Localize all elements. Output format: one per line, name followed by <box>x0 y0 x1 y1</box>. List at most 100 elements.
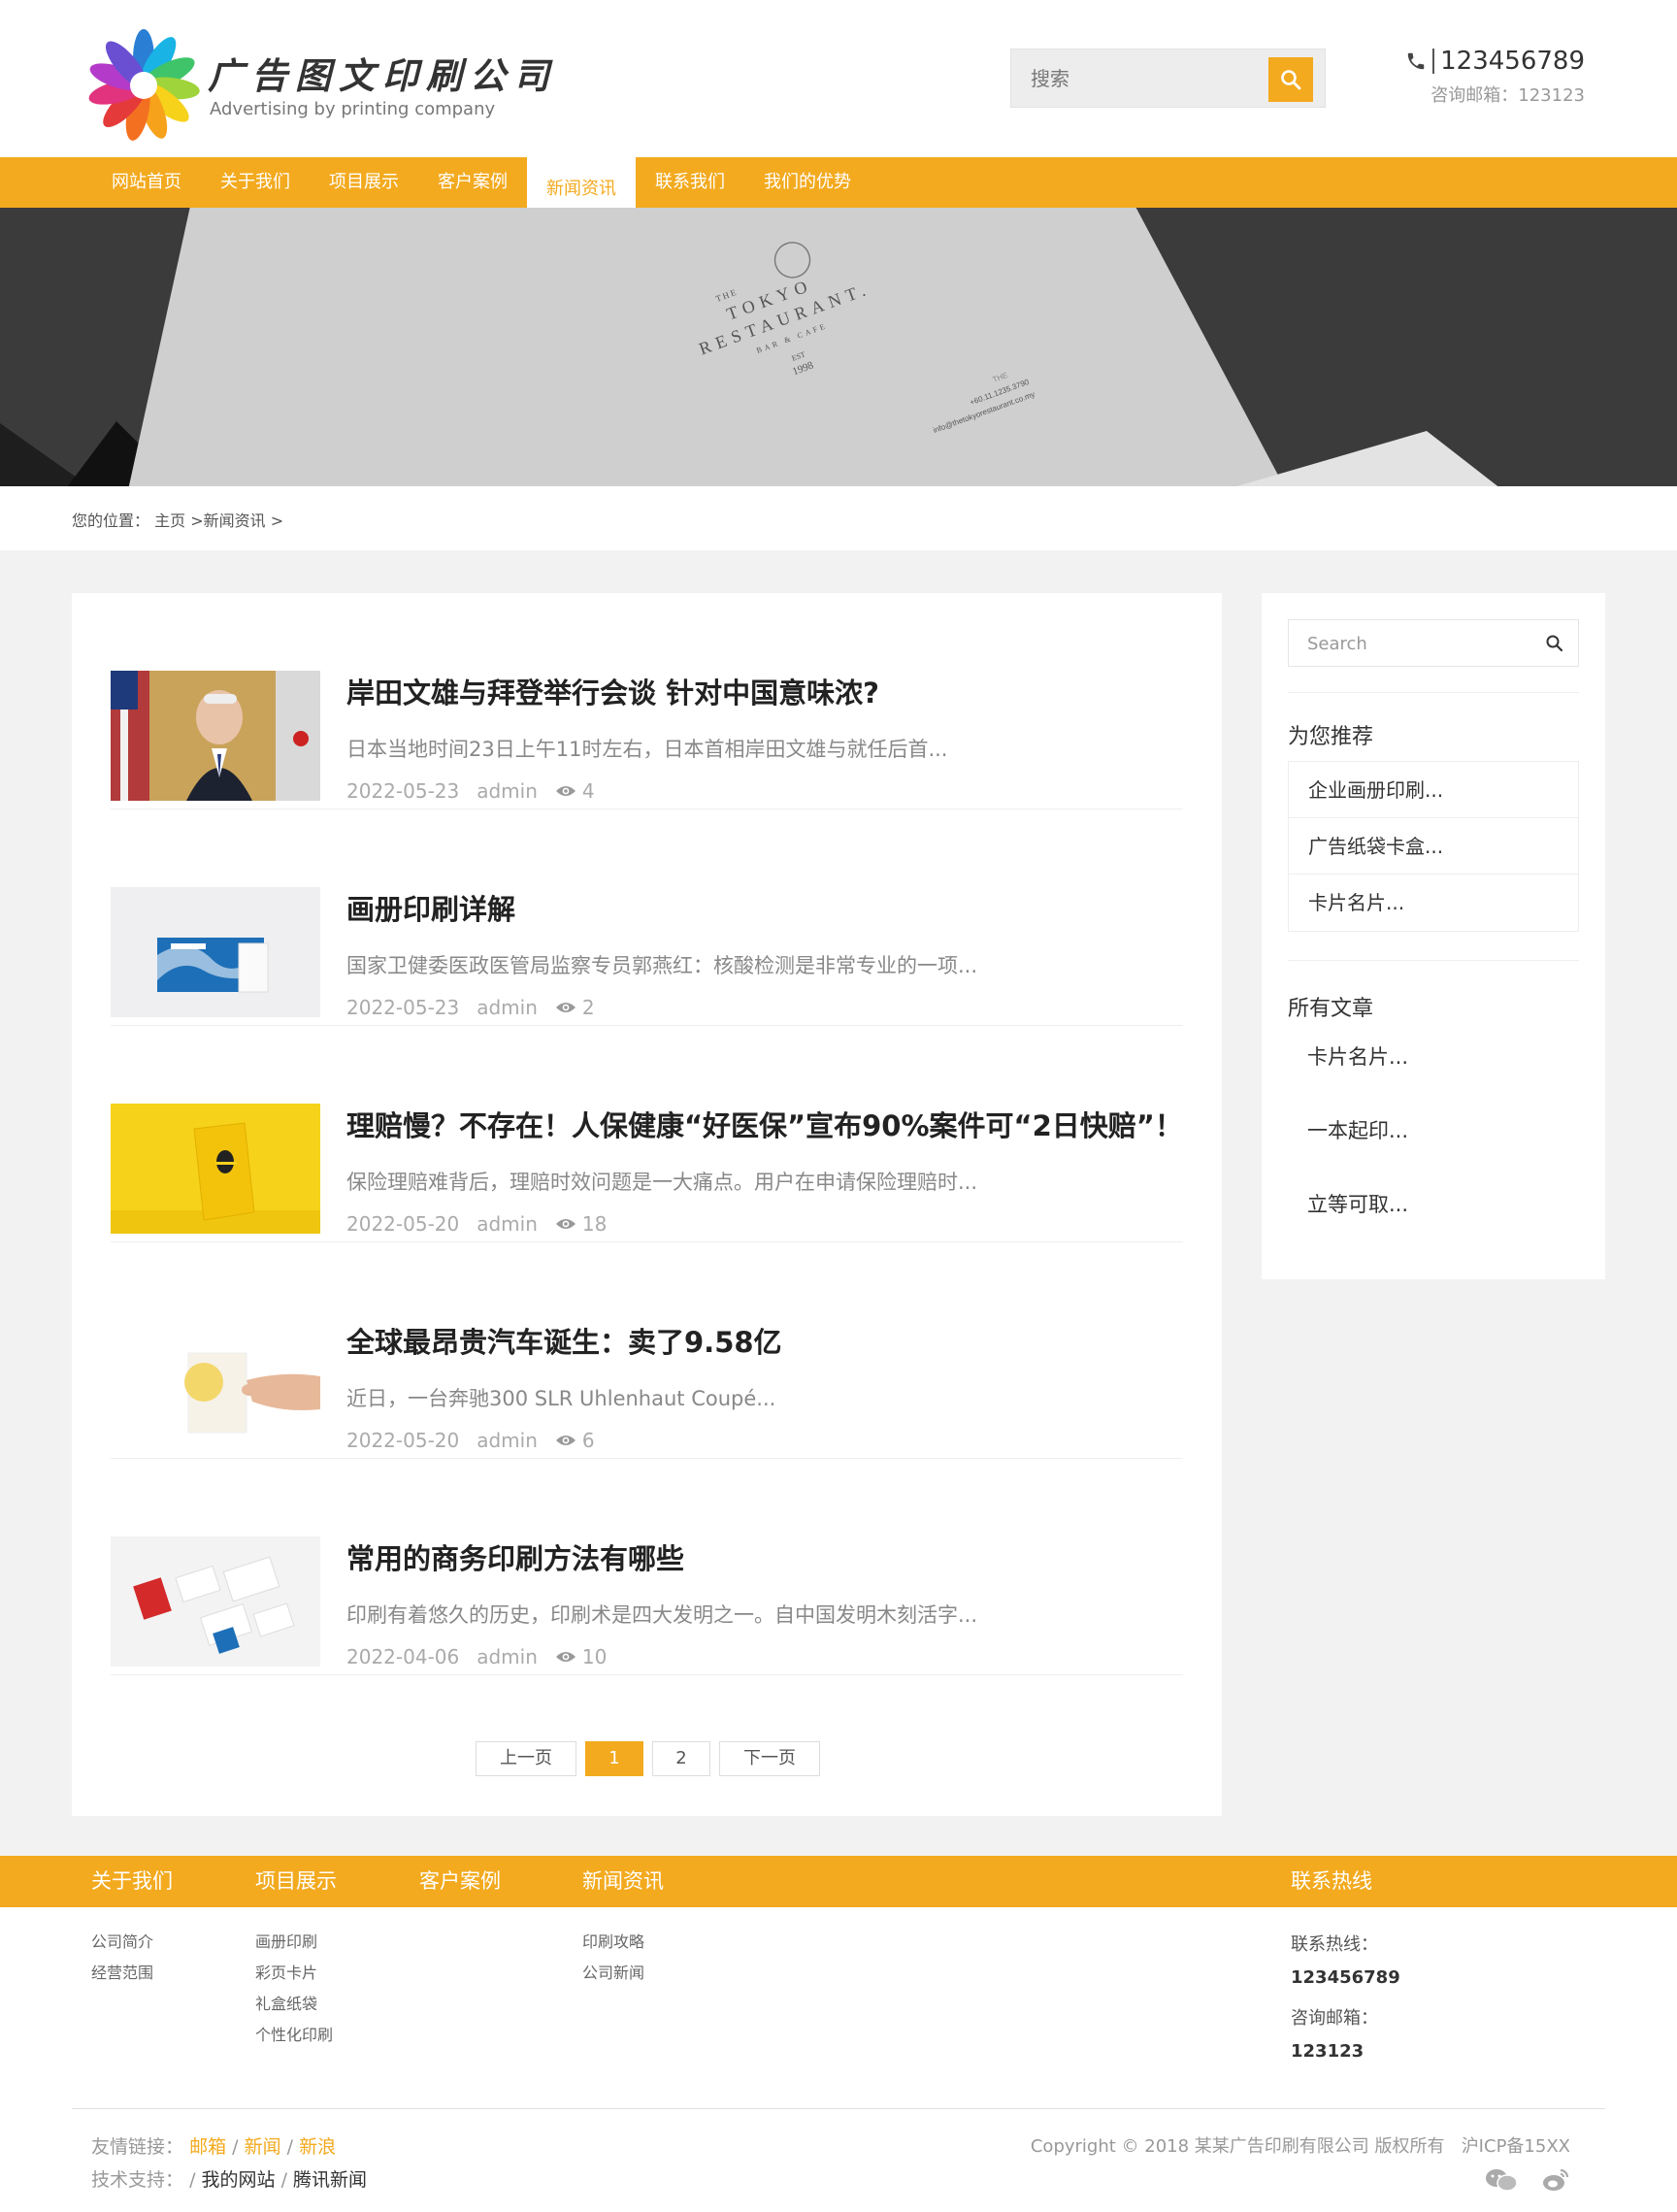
header-contact: 123456789 咨询邮箱：123123 <box>1405 47 1585 107</box>
article-title[interactable]: 画册印刷详解 <box>346 887 515 928</box>
nav-item-3[interactable]: 客户案例 <box>418 157 527 208</box>
sidebar-divider <box>1288 692 1579 693</box>
article-views: 4 <box>555 779 595 803</box>
article-date: 2022-05-20 <box>346 1429 460 1452</box>
article-summary: 国家卫健委医政医管局监察专员郭燕红：核酸检测是非常专业的一项... <box>346 954 978 977</box>
breadcrumb-label: 您的位置： <box>72 512 150 530</box>
friend-links: 友情链接： 邮箱 / 新闻 / 新浪 <box>91 2136 337 2158</box>
friend-links-label: 友情链接： <box>91 2136 184 2158</box>
footer-link[interactable]: 公司新闻 <box>582 1960 644 1991</box>
breadcrumb-home[interactable]: 主页 <box>154 512 185 530</box>
article-thumbnail[interactable] <box>111 1320 320 1450</box>
nav-item-0[interactable]: 网站首页 <box>92 157 201 208</box>
article-view-count: 4 <box>581 779 595 803</box>
footer-divider <box>72 2108 1605 2109</box>
eye-icon <box>555 1652 575 1662</box>
hero-banner: THE TOKYO RESTAURANT. BAR & CAFE EST 199… <box>0 208 1677 486</box>
article-thumbnail[interactable] <box>111 1104 320 1234</box>
footer-head-hotline: 联系热线 <box>1291 1869 1372 1893</box>
tech-support: 技术支持： / 我的网站 / 腾讯新闻 <box>91 2169 368 2191</box>
footer-email-label: 咨询邮箱： <box>1291 2008 1378 2029</box>
sidebar-search <box>1288 619 1579 667</box>
article-thumbnail[interactable] <box>111 1536 320 1667</box>
article-thumbnail[interactable] <box>111 671 320 801</box>
article-summary: 近日，一台奔驰300 SLR Uhlenhaut Coupé... <box>346 1387 776 1410</box>
main-nav: 网站首页 关于我们 项目展示 客户案例 新闻资讯 联系我们 我们的优势 <box>0 157 1677 214</box>
footer-hotline: 123456789 <box>1291 1967 1400 1988</box>
article-author: admin <box>477 996 538 1019</box>
footer-link[interactable]: 公司简介 <box>91 1929 153 1960</box>
recommend-item[interactable]: 广告纸袋卡盒... <box>1289 818 1578 875</box>
breadcrumb-sep: > <box>270 512 284 530</box>
article-view-count: 2 <box>581 996 595 1019</box>
article-title[interactable]: 理赔慢？不存在！人保健康“好医保”宣布90%案件可“2日快赔”！ <box>346 1104 1183 1144</box>
recommend-item[interactable]: 卡片名片... <box>1289 875 1578 931</box>
support-link[interactable]: 我的网站 <box>202 2169 276 2191</box>
article-meta: 2022-05-20 admin 18 <box>346 1212 607 1236</box>
article-meta: 2022-05-20 admin 6 <box>346 1429 595 1452</box>
article-title[interactable]: 岸田文雄与拜登举行会谈 针对中国意味浓? <box>346 671 879 711</box>
nav-item-4[interactable]: 新闻资讯 <box>527 157 636 214</box>
all-articles-item[interactable]: 卡片名片... <box>1307 1041 1408 1115</box>
prev-page-button[interactable]: 上一页 <box>476 1741 576 1776</box>
next-page-button[interactable]: 下一页 <box>719 1741 820 1776</box>
support-link[interactable]: 腾讯新闻 <box>293 2169 367 2191</box>
article-date: 2022-05-23 <box>346 779 460 803</box>
eye-icon <box>555 1436 575 1445</box>
wechat-icon[interactable] <box>1485 2167 1518 2193</box>
friend-link[interactable]: 新浪 <box>299 2136 336 2158</box>
recommend-item[interactable]: 企业画册印刷... <box>1289 762 1578 818</box>
article-item: 岸田文雄与拜登举行会谈 针对中国意味浓? 日本当地时间23日上午11时左右，日本首… <box>111 593 1183 809</box>
nav-item-1[interactable]: 关于我们 <box>201 157 310 208</box>
footer-hotline-label: 联系热线： <box>1291 1934 1378 1955</box>
article-item: 理赔慢？不存在！人保健康“好医保”宣布90%案件可“2日快赔”！ 保险理赔难背后，… <box>111 1026 1183 1242</box>
phone-divider <box>1432 49 1435 74</box>
footer-link[interactable]: 彩页卡片 <box>255 1960 333 1991</box>
article-date: 2022-05-20 <box>346 1212 460 1236</box>
header-search-button[interactable] <box>1268 57 1313 102</box>
sidebar-search-input[interactable] <box>1307 630 1521 657</box>
page-1-button[interactable]: 1 <box>585 1741 643 1776</box>
nav-item-5[interactable]: 联系我们 <box>636 157 744 208</box>
footer-link[interactable]: 画册印刷 <box>255 1929 333 1960</box>
search-icon[interactable] <box>1545 634 1564 653</box>
logo-english-name: Advertising by printing company <box>210 99 496 119</box>
nav-item-6[interactable]: 我们的优势 <box>744 157 871 208</box>
eye-icon <box>555 1219 575 1229</box>
all-articles-item[interactable]: 一本起印... <box>1307 1115 1408 1189</box>
footer-link[interactable]: 礼盒纸袋 <box>255 1991 333 2022</box>
footer-link[interactable]: 个性化印刷 <box>255 2022 333 2053</box>
footer-link[interactable]: 印刷攻略 <box>582 1929 644 1960</box>
icp-number[interactable]: 沪ICP备15XX <box>1462 2136 1570 2157</box>
banner-image: THE TOKYO RESTAURANT. BAR & CAFE EST 199… <box>0 208 1498 486</box>
article-item: 常用的商务印刷方法有哪些 印刷有着悠久的历史，印刷术是四大发明之一。自中国发明木刻… <box>111 1459 1183 1675</box>
footer-head-about[interactable]: 关于我们 <box>91 1856 173 1907</box>
site-logo[interactable]: 广告图文印刷公司 Advertising by printing company <box>87 29 549 142</box>
footer-col-news: 印刷攻略 公司新闻 <box>582 1929 644 1991</box>
header-search-input[interactable] <box>1031 61 1254 96</box>
weibo-icon[interactable] <box>1541 2167 1570 2193</box>
article-views: 6 <box>555 1429 595 1452</box>
article-author: admin <box>477 1429 538 1452</box>
article-title[interactable]: 常用的商务印刷方法有哪些 <box>346 1536 684 1577</box>
article-item: 全球最昂贵汽车诞生：卖了9.58亿近日，一台奔驰300 SLR Uhlenhau… <box>111 1242 1183 1459</box>
footer-link[interactable]: 经营范围 <box>91 1960 153 1991</box>
nav-item-2[interactable]: 项目展示 <box>310 157 418 208</box>
article-list: 岸田文雄与拜登举行会谈 针对中国意味浓? 日本当地时间23日上午11时左右，日本首… <box>72 593 1222 1816</box>
breadcrumb-current[interactable]: 新闻资讯 <box>204 512 266 530</box>
article-author: admin <box>477 779 538 803</box>
all-articles-item[interactable]: 立等可取... <box>1307 1189 1408 1263</box>
header-phone: 123456789 <box>1405 47 1585 76</box>
friend-link[interactable]: 新闻 <box>245 2136 281 2158</box>
page-2-button[interactable]: 2 <box>652 1741 710 1776</box>
flower-logo-icon <box>88 29 200 141</box>
article-thumbnail[interactable] <box>111 887 320 1017</box>
article-title[interactable]: 全球最昂贵汽车诞生：卖了9.58亿 <box>346 1320 782 1361</box>
site-header: 广告图文印刷公司 Advertising by printing company… <box>0 0 1677 157</box>
phone-icon <box>1407 52 1425 70</box>
eye-icon <box>555 786 575 796</box>
footer-head-cases[interactable]: 客户案例 <box>419 1856 501 1907</box>
footer-head-projects[interactable]: 项目展示 <box>255 1856 337 1907</box>
friend-link[interactable]: 邮箱 <box>189 2136 226 2158</box>
footer-head-news[interactable]: 新闻资讯 <box>582 1856 664 1907</box>
